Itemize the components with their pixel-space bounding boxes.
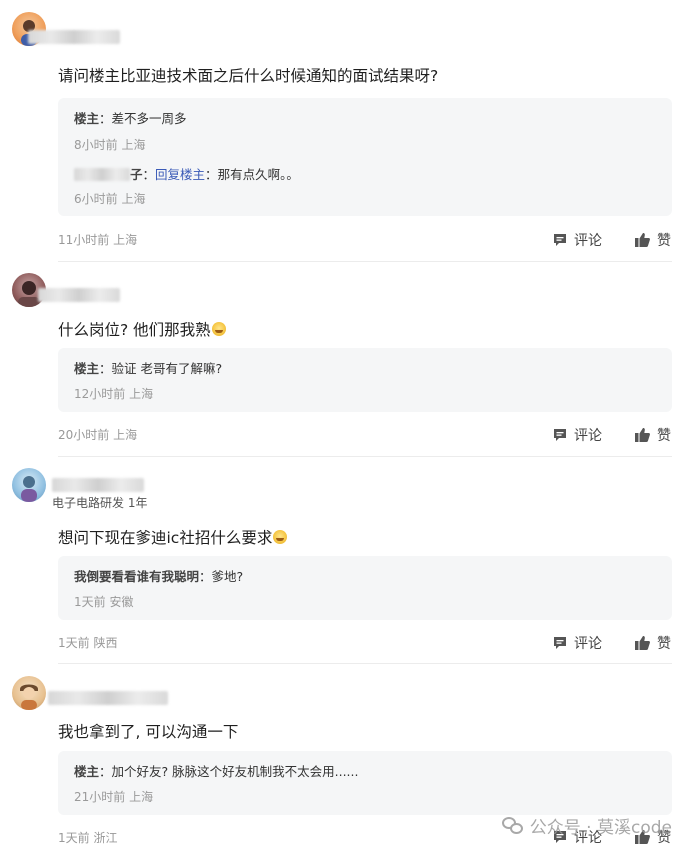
reply-item[interactable]: 楼主：加个好友? 脉脉这个好友机制我不太会用...... — [74, 761, 358, 780]
reply-meta: 1天前 安徽 — [74, 595, 134, 609]
username-blurred — [74, 168, 130, 181]
like-button[interactable]: 赞 — [634, 633, 671, 653]
reply-meta: 6小时前 上海 — [74, 192, 146, 206]
comment-icon — [552, 427, 568, 443]
comment-content: 想问下现在爹迪ic社招什么要求 — [58, 526, 288, 548]
reply-author[interactable]: 楼主 — [74, 764, 99, 779]
reply-meta: 21小时前 上海 — [74, 790, 154, 804]
reply-text: 加个好友? 脉脉这个好友机制我不太会用...... — [111, 764, 359, 779]
thumbs-up-icon — [634, 635, 651, 651]
divider — [58, 261, 672, 262]
reply-author[interactable]: 我倒要看看谁有我聪明 — [74, 569, 199, 584]
comment-content: 我也拿到了, 可以沟通一下 — [58, 723, 239, 741]
like-label: 赞 — [657, 636, 671, 652]
divider — [58, 456, 672, 457]
like-label: 赞 — [657, 428, 671, 444]
username-blurred — [48, 691, 168, 705]
comment-button[interactable]: 评论 — [552, 633, 602, 653]
reply-item[interactable]: 子：回复楼主：那有点久啊。。 — [74, 164, 299, 183]
like-button[interactable]: 赞 — [634, 425, 671, 445]
thumbs-up-icon — [634, 427, 651, 443]
user-subtitle: 电子电路研发 1年 — [52, 496, 148, 510]
wechat-icon — [501, 816, 524, 835]
reply-item[interactable]: 楼主：差不多一周多 — [74, 108, 187, 127]
reply-author[interactable]: 楼主 — [74, 361, 99, 376]
comment-meta: 1天前 浙江 — [58, 831, 118, 845]
comment-button[interactable]: 评论 — [552, 230, 602, 250]
reply-text: 差不多一周多 — [111, 111, 187, 126]
avatar[interactable] — [12, 468, 46, 502]
comment-icon — [552, 232, 568, 248]
comment-label: 评论 — [574, 428, 602, 444]
reply-box: 楼主：差不多一周多 8小时前 上海 子：回复楼主：那有点久啊。。 6小时前 上海 — [58, 98, 672, 216]
reply-box: 楼主：加个好友? 脉脉这个好友机制我不太会用...... 21小时前 上海 — [58, 751, 672, 815]
comment-button[interactable]: 评论 — [552, 425, 602, 445]
comment-meta: 1天前 陕西 — [58, 636, 118, 650]
reply-box: 我倒要看看谁有我聪明：爹地? 1天前 安徽 — [58, 556, 672, 620]
reply-item[interactable]: 楼主：验证 老哥有了解嘛? — [74, 358, 222, 377]
comment-meta: 20小时前 上海 — [58, 428, 138, 442]
comment-label: 评论 — [574, 233, 602, 249]
reply-item[interactable]: 我倒要看看谁有我聪明：爹地? — [74, 566, 243, 585]
divider — [58, 663, 672, 664]
reply-text: 爹地? — [211, 569, 244, 584]
like-button[interactable]: 赞 — [634, 230, 671, 250]
thumbs-up-icon — [634, 232, 651, 248]
avatar[interactable] — [12, 676, 46, 710]
like-label: 赞 — [657, 233, 671, 249]
comment-content: 请问楼主比亚迪技术面之后什么时候通知的面试结果呀? — [58, 67, 439, 85]
watermark: 公众号 · 莫溪code — [501, 813, 672, 838]
reply-text: 验证 老哥有了解嘛? — [111, 361, 223, 376]
reply-meta: 8小时前 上海 — [74, 138, 146, 152]
reply-text: 那有点久啊。。 — [217, 167, 299, 182]
grin-emoji-icon — [273, 530, 288, 544]
comment-label: 评论 — [574, 636, 602, 652]
watermark-text: 公众号 · 莫溪code — [529, 818, 672, 838]
username-blurred — [28, 30, 120, 44]
username-blurred — [38, 288, 120, 302]
username-blurred — [52, 478, 144, 492]
comment-meta: 11小时前 上海 — [58, 233, 138, 247]
comment-icon — [552, 635, 568, 651]
grin-emoji-icon — [211, 322, 226, 336]
reply-box: 楼主：验证 老哥有了解嘛? 12小时前 上海 — [58, 348, 672, 412]
reply-meta: 12小时前 上海 — [74, 387, 154, 401]
reply-author[interactable]: 楼主 — [74, 111, 99, 126]
reply-to-link[interactable]: 回复楼主 — [155, 167, 205, 182]
reply-author[interactable]: 子 — [130, 167, 143, 182]
comment-content: 什么岗位? 他们那我熟 — [58, 318, 226, 340]
